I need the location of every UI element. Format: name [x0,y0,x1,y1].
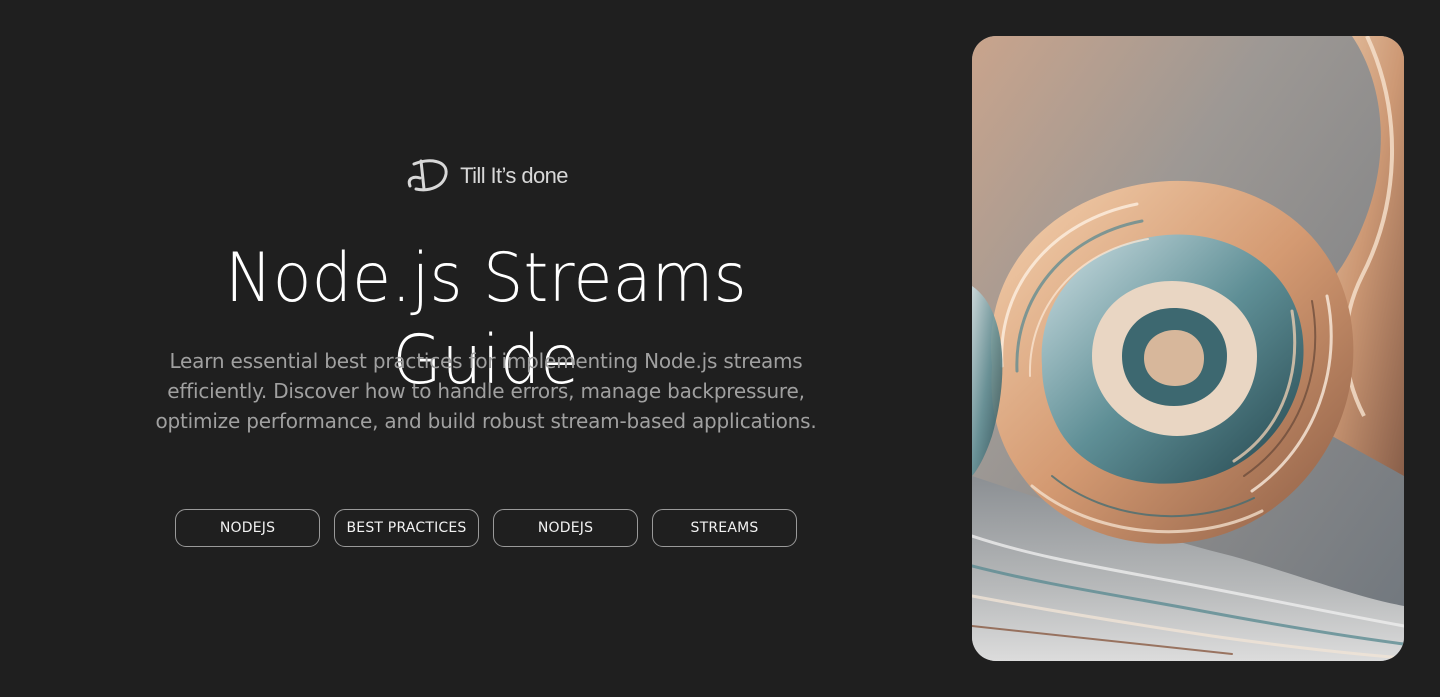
tag-best-practices[interactable]: BEST PRACTICES [334,509,479,547]
hero-image [972,36,1404,661]
abstract-wave-artwork [972,36,1404,661]
hero-content: Till It’s done Node.js Streams Guide Lea… [120,0,852,697]
page: Till It’s done Node.js Streams Guide Lea… [0,0,1440,697]
tag-nodejs[interactable]: NODEJS [493,509,638,547]
td-monogram-icon [407,159,448,192]
page-description: Learn essential best practices for imple… [155,349,817,433]
tag-list: NODEJS BEST PRACTICES NODEJS STREAMS [120,509,852,547]
brand-name: Till It’s done [460,163,568,188]
brand[interactable]: Till It’s done [120,156,852,196]
tag-streams[interactable]: STREAMS [652,509,797,547]
tag-nodejs[interactable]: NODEJS [175,509,320,547]
